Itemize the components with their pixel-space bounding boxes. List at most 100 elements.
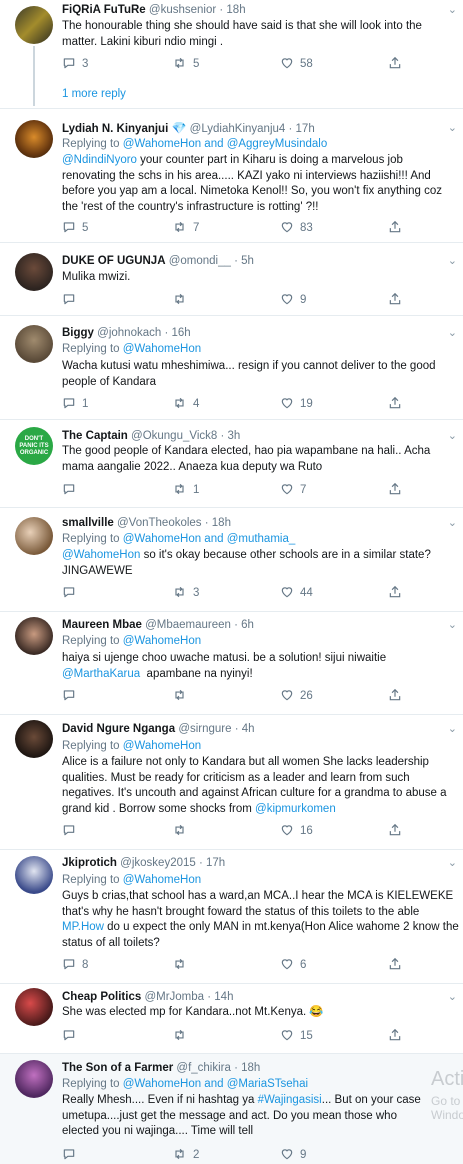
reply-button[interactable] bbox=[62, 688, 82, 704]
tweet[interactable]: Lydiah N. Kinyanjui 💎 @LydiahKinyanju4 ·… bbox=[0, 109, 463, 243]
retweet-button[interactable]: 2 bbox=[172, 1147, 199, 1163]
like-button[interactable]: 15 bbox=[280, 1028, 313, 1044]
avatar[interactable] bbox=[15, 325, 53, 363]
retweet-button[interactable]: 1 bbox=[172, 482, 199, 498]
mention-link[interactable]: @MarthaKarua bbox=[62, 668, 140, 680]
user-handle[interactable]: @jkoskey2015 bbox=[120, 857, 196, 869]
share-button[interactable] bbox=[388, 1028, 408, 1044]
reply-button[interactable] bbox=[62, 585, 82, 601]
timestamp[interactable]: · 18h bbox=[205, 517, 231, 529]
chevron-down-icon[interactable]: ⌄ bbox=[448, 326, 457, 339]
timestamp[interactable]: · 14h bbox=[207, 991, 233, 1003]
display-name[interactable]: David Ngure Nganga bbox=[62, 723, 175, 735]
like-button[interactable]: 9 bbox=[280, 292, 306, 308]
chevron-down-icon[interactable]: ⌄ bbox=[448, 3, 457, 16]
user-handle[interactable]: @Okungu_Vick8 bbox=[131, 430, 217, 442]
retweet-button[interactable] bbox=[172, 823, 193, 839]
tweet[interactable]: Biggy @johnokach · 16h ⌄ Replying to @Wa… bbox=[0, 316, 463, 420]
reply-button[interactable]: 8 bbox=[62, 957, 88, 973]
reply-button[interactable] bbox=[62, 823, 82, 839]
share-button[interactable] bbox=[388, 823, 408, 839]
retweet-button[interactable] bbox=[172, 292, 193, 308]
share-button[interactable] bbox=[388, 56, 408, 72]
avatar[interactable] bbox=[15, 720, 53, 758]
reply-button[interactable] bbox=[62, 292, 82, 308]
retweet-button[interactable]: 7 bbox=[172, 220, 199, 236]
display-name[interactable]: Cheap Politics bbox=[62, 991, 141, 1003]
mention-link[interactable]: MP.How bbox=[62, 921, 104, 933]
share-button[interactable] bbox=[388, 292, 408, 308]
chevron-down-icon[interactable]: ⌄ bbox=[448, 254, 457, 267]
avatar[interactable] bbox=[15, 617, 53, 655]
show-more-replies-link[interactable]: 1 more reply bbox=[62, 88, 126, 100]
user-handle[interactable]: @omondi__ bbox=[169, 255, 231, 267]
like-button[interactable]: 44 bbox=[280, 585, 313, 601]
retweet-button[interactable]: 4 bbox=[172, 396, 199, 412]
mention-link[interactable]: @WahomeHon bbox=[62, 549, 140, 561]
timestamp[interactable]: · 5h bbox=[234, 255, 254, 267]
user-handle[interactable]: @LydiahKinyanju4 bbox=[190, 123, 286, 135]
replying-to-users[interactable]: @WahomeHon bbox=[123, 343, 201, 355]
user-handle[interactable]: @VonTheokoles bbox=[117, 517, 202, 529]
chevron-down-icon[interactable]: ⌄ bbox=[448, 722, 457, 735]
chevron-down-icon[interactable]: ⌄ bbox=[448, 516, 457, 529]
mention-link[interactable]: @kipmurkomen bbox=[255, 803, 336, 815]
timestamp[interactable]: · 18h bbox=[219, 4, 245, 16]
tweet[interactable]: David Ngure Nganga @sirngure · 4h ⌄ Repl… bbox=[0, 715, 463, 850]
avatar[interactable] bbox=[15, 856, 53, 894]
retweet-button[interactable] bbox=[172, 1028, 193, 1044]
mention-link[interactable]: @NdindiNyoro bbox=[62, 154, 137, 166]
reply-button[interactable]: 5 bbox=[62, 220, 88, 236]
avatar[interactable] bbox=[15, 120, 53, 158]
chevron-down-icon[interactable]: ⌄ bbox=[448, 856, 457, 869]
retweet-button[interactable] bbox=[172, 688, 193, 704]
like-button[interactable]: 7 bbox=[280, 482, 306, 498]
chevron-down-icon[interactable]: ⌄ bbox=[448, 121, 457, 134]
tweet[interactable]: FiQRiA FuTuRe @kushsenior · 18h ⌄ The ho… bbox=[0, 0, 463, 109]
chevron-down-icon[interactable]: ⌄ bbox=[448, 990, 457, 1003]
reply-button[interactable] bbox=[62, 1147, 82, 1163]
reply-button[interactable]: 1 bbox=[62, 396, 88, 412]
display-name[interactable]: Lydiah N. Kinyanjui bbox=[62, 123, 168, 135]
share-button[interactable] bbox=[388, 482, 408, 498]
display-name[interactable]: The Son of a Farmer bbox=[62, 1062, 173, 1074]
avatar[interactable] bbox=[15, 988, 53, 1026]
chevron-down-icon[interactable]: ⌄ bbox=[448, 618, 457, 631]
user-handle[interactable]: @kushsenior bbox=[149, 4, 216, 16]
retweet-button[interactable]: 3 bbox=[172, 585, 199, 601]
tweet[interactable]: DON'T PANIC ITS ORGANIC The Captain @Oku… bbox=[0, 420, 463, 508]
replying-to-users[interactable]: @WahomeHon bbox=[123, 874, 201, 886]
user-handle[interactable]: @MrJomba bbox=[144, 991, 204, 1003]
tweet[interactable]: Cheap Politics @MrJomba · 14h ⌄ She was … bbox=[0, 984, 463, 1054]
share-button[interactable] bbox=[388, 957, 408, 973]
avatar[interactable] bbox=[15, 1060, 53, 1098]
avatar[interactable] bbox=[15, 6, 53, 44]
tweet[interactable]: smallville @VonTheokoles · 18h ⌄ Replyin… bbox=[0, 508, 463, 612]
display-name[interactable]: FiQRiA FuTuRe bbox=[62, 4, 146, 16]
timestamp[interactable]: · 17h bbox=[199, 857, 225, 869]
display-name[interactable]: Biggy bbox=[62, 327, 94, 339]
reply-button[interactable]: 3 bbox=[62, 56, 88, 72]
like-button[interactable]: 6 bbox=[280, 957, 306, 973]
retweet-button[interactable] bbox=[172, 957, 193, 973]
like-button[interactable]: 9 bbox=[280, 1147, 306, 1163]
retweet-button[interactable]: 5 bbox=[172, 56, 199, 72]
tweet[interactable]: Jkiprotich @jkoskey2015 · 17h ⌄ Replying… bbox=[0, 850, 463, 984]
timestamp[interactable]: · 16h bbox=[164, 327, 190, 339]
like-button[interactable]: 16 bbox=[280, 823, 313, 839]
like-button[interactable]: 19 bbox=[280, 396, 313, 412]
display-name[interactable]: Maureen Mbae bbox=[62, 619, 142, 631]
display-name[interactable]: smallville bbox=[62, 517, 114, 529]
display-name[interactable]: The Captain bbox=[62, 430, 128, 442]
avatar[interactable] bbox=[15, 253, 53, 291]
share-button[interactable] bbox=[388, 585, 408, 601]
timestamp[interactable]: · 6h bbox=[234, 619, 254, 631]
tweet[interactable]: The Son of a Farmer @f_chikira · 18h Rep… bbox=[0, 1054, 463, 1164]
replying-to-users[interactable]: @WahomeHon and @muthamia_ bbox=[123, 533, 296, 545]
avatar[interactable] bbox=[15, 517, 53, 555]
display-name[interactable]: DUKE OF UGUNJA bbox=[62, 255, 166, 267]
user-handle[interactable]: @Mbaemaureen bbox=[145, 619, 231, 631]
replying-to-users[interactable]: @WahomeHon bbox=[123, 740, 201, 752]
timestamp[interactable]: · 18h bbox=[234, 1062, 260, 1074]
reply-button[interactable] bbox=[62, 482, 82, 498]
